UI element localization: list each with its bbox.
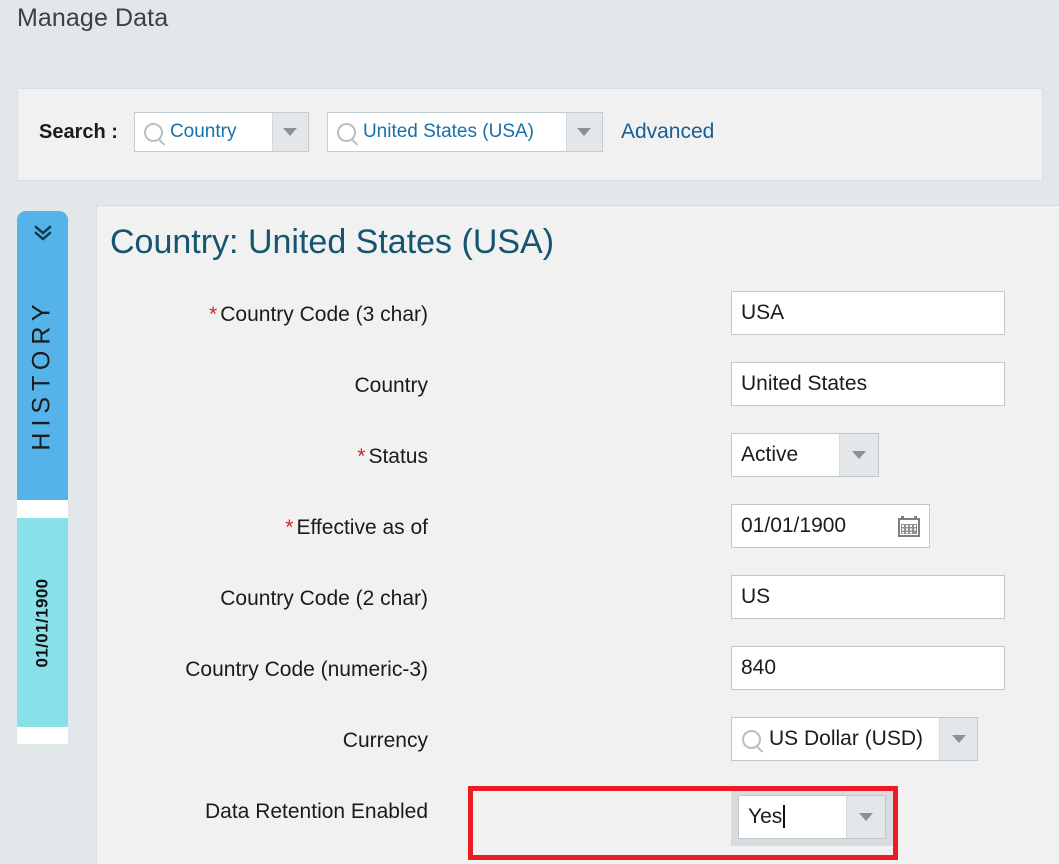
field-control-effective-as-of: 01/01/1900 (731, 504, 930, 548)
search-category-combobox[interactable]: Country (133, 112, 309, 152)
chevron-down-icon (283, 128, 298, 136)
field-label-data-retention: Data Retention Enabled (205, 800, 428, 824)
field-control-country-code-numeric: 840 (731, 646, 1005, 690)
field-label-country-code-2: Country Code (2 char) (220, 587, 428, 611)
search-icon (742, 729, 761, 749)
country-code-2-input[interactable]: US (731, 575, 1005, 619)
search-icon (143, 122, 163, 142)
field-label-text: Effective as of (296, 516, 428, 539)
field-control-data-retention: Yes (731, 788, 893, 846)
chevron-down-icon (951, 735, 966, 743)
search-category-value: Country (169, 121, 237, 142)
field-label-text: Data Retention Enabled (205, 800, 428, 823)
form-row: Country Code (numeric-3) 840 (97, 646, 1059, 717)
data-retention-focus-ring: Yes (731, 788, 893, 846)
form-row: Country United States (97, 362, 1059, 433)
field-control-currency: US Dollar (USD) (731, 717, 978, 761)
field-label-country: Country (354, 374, 428, 398)
country-code-3-input[interactable]: USA (731, 291, 1005, 335)
search-category-field[interactable]: Country (134, 113, 272, 151)
field-label-text: Country Code (3 char) (220, 303, 428, 326)
currency-value: US Dollar (USD) (769, 727, 924, 750)
history-sidebar: HISTORY 01/01/1900 (17, 211, 68, 744)
field-control-status: Active (731, 433, 879, 477)
chevron-down-icon (852, 451, 866, 459)
field-label-currency: Currency (343, 729, 428, 753)
field-control-country-code-2: US (731, 575, 1005, 619)
record-form: * Country Code (3 char) USA Country Unite… (97, 291, 1059, 859)
page-title: Manage Data (17, 4, 169, 32)
data-retention-select-value: Yes (739, 796, 846, 838)
required-marker: * (209, 303, 218, 326)
field-label-status: * Status (357, 445, 428, 469)
search-record-field[interactable]: United States (USA) (327, 113, 566, 151)
form-row: Data Retention Enabled Yes (97, 788, 1059, 859)
history-entry-label-wrap: 01/01/1900 (17, 518, 68, 727)
form-row: * Status Active (97, 433, 1059, 504)
required-marker: * (357, 445, 366, 468)
history-tab-label: HISTORY (28, 297, 56, 451)
data-retention-text: Yes (748, 805, 783, 828)
search-icon (336, 122, 356, 142)
currency-lookup-field[interactable]: US Dollar (USD) (732, 718, 939, 760)
field-label-country-code-3: * Country Code (3 char) (209, 303, 428, 327)
chevron-down-icon (859, 813, 873, 821)
search-label: Search : (39, 120, 118, 143)
field-label-text: Currency (342, 729, 428, 752)
text-cursor (783, 805, 785, 828)
search-category-dropdown-button[interactable] (271, 113, 308, 151)
search-record-combobox[interactable]: United States (USA) (326, 112, 603, 152)
field-label-country-code-numeric: Country Code (numeric-3) (185, 658, 428, 682)
history-entry[interactable]: 01/01/1900 (17, 518, 68, 727)
history-tab-label-wrap: HISTORY (17, 259, 68, 489)
top-bar: Manage Data (0, 0, 1059, 48)
field-control-country: United States (731, 362, 1005, 406)
form-row: Currency US Dollar (USD) (97, 717, 1059, 788)
field-label-text: Status (368, 445, 428, 468)
country-code-numeric-input[interactable]: 840 (731, 646, 1005, 690)
search-record-value: United States (USA) (362, 121, 535, 142)
search-row: Search : Country United States (USA) Adv… (39, 112, 714, 152)
field-control-country-code-3: USA (731, 291, 1005, 335)
search-panel: Search : Country United States (USA) Adv… (17, 88, 1043, 181)
double-chevron-down-icon[interactable] (17, 225, 68, 241)
field-label-text: Country Code (numeric-3) (185, 658, 428, 681)
data-retention-select[interactable]: Yes (738, 795, 886, 839)
calendar-icon[interactable] (898, 515, 920, 537)
required-marker: * (285, 516, 294, 539)
history-tab[interactable]: HISTORY (17, 211, 68, 500)
chevron-down-icon (577, 128, 592, 136)
field-label-text: Country (354, 374, 428, 397)
currency-lookup[interactable]: US Dollar (USD) (731, 717, 978, 761)
status-select-dropdown-button[interactable] (839, 434, 878, 476)
status-select[interactable]: Active (731, 433, 879, 477)
form-row: Country Code (2 char) US (97, 575, 1059, 646)
record-title: Country: United States (USA) (110, 223, 555, 261)
history-divider (17, 500, 68, 518)
effective-date-value: 01/01/1900 (741, 514, 847, 537)
country-input[interactable]: United States (731, 362, 1005, 406)
data-retention-dropdown-button[interactable] (846, 796, 885, 838)
effective-date-input[interactable]: 01/01/1900 (731, 504, 930, 548)
search-record-dropdown-button[interactable] (565, 113, 602, 151)
record-detail-panel: Country: United States (USA) * Country Co… (96, 205, 1059, 864)
advanced-search-link[interactable]: Advanced (621, 120, 714, 144)
history-sidebar-footer (17, 727, 68, 744)
history-entry-date: 01/01/1900 (32, 577, 52, 668)
currency-dropdown-button[interactable] (939, 718, 977, 760)
field-label-effective-as-of: * Effective as of (285, 516, 428, 540)
form-row: * Country Code (3 char) USA (97, 291, 1059, 362)
field-label-text: Country Code (2 char) (220, 587, 428, 610)
form-row: * Effective as of 01/01/1900 (97, 504, 1059, 575)
status-select-value: Active (732, 434, 839, 476)
